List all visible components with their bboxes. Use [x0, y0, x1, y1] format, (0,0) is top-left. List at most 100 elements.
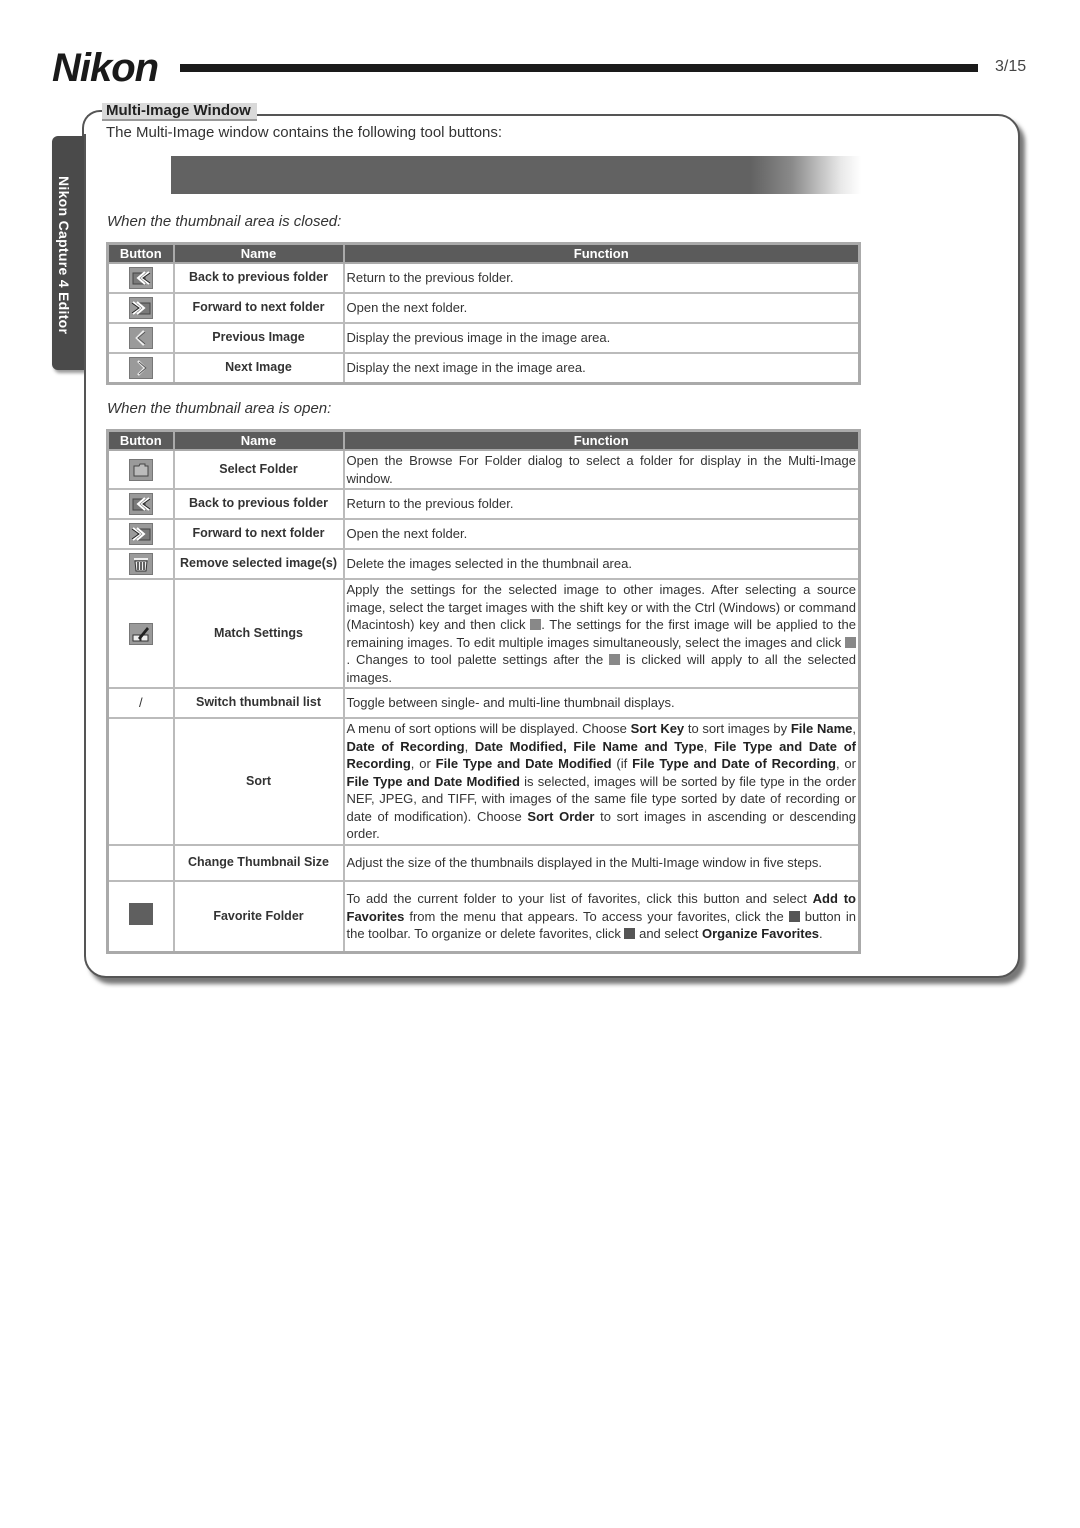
function-emphasis: Sort Key	[630, 721, 685, 736]
button-name: Select Folder	[172, 449, 345, 490]
table-header-row: Button Name Function	[106, 242, 861, 264]
function-emphasis: File Type and Date of Recording	[632, 756, 836, 771]
favorite-folder-icon[interactable]	[128, 903, 153, 925]
column-header: Name	[172, 242, 345, 264]
button-function: Apply the settings for the selected imag…	[342, 578, 861, 689]
button-name: Forward to next folder	[172, 292, 345, 324]
function-text: ,	[852, 721, 856, 736]
function-emphasis: Date Modified, File Name and Type	[474, 738, 704, 754]
favorite-folder-icon	[624, 928, 636, 939]
button-cell	[106, 518, 175, 550]
closed-table: Button Name Function Back to previous fo…	[106, 242, 861, 385]
function-emphasis: Date of Recording	[346, 738, 465, 754]
button-cell	[106, 879, 175, 954]
button-function: Return to the previous folder.	[342, 262, 861, 294]
function-text: ,	[464, 738, 475, 754]
button-cell	[106, 262, 175, 294]
button-cell	[106, 352, 175, 384]
match-settings-icon[interactable]	[128, 622, 153, 645]
open-subheading: When the thumbnail area is open:	[107, 400, 332, 417]
button-name: Next Image	[172, 352, 345, 384]
button-cell	[106, 843, 175, 882]
button-function: Toggle between single- and multi-line th…	[342, 687, 861, 719]
table-header-row: Button Name Function	[106, 429, 861, 451]
open-table: Button Name Function Select Folder Open t…	[106, 429, 861, 954]
function-text: ,	[703, 738, 714, 754]
button-function: To add the current folder to your list o…	[342, 879, 861, 954]
match-settings-icon	[845, 636, 856, 648]
column-header: Function	[342, 429, 861, 451]
table-row: Change Thumbnail Size Adjust the size of …	[106, 843, 861, 882]
function-text: To add the current folder to your list o…	[346, 891, 813, 906]
table-row: Forward to next folder Open the next fold…	[106, 292, 861, 324]
button-cell	[106, 488, 175, 520]
table-row: Back to previous folder Return to the pre…	[106, 488, 861, 520]
button-cell	[106, 292, 175, 324]
next-image-icon[interactable]	[128, 356, 153, 379]
side-tab-label: Nikon Capture 4 Editor	[56, 176, 72, 335]
switch-list-icon[interactable]: /	[139, 695, 143, 710]
function-emphasis: Organize Favorites	[701, 926, 820, 941]
button-name: Change Thumbnail Size	[172, 843, 345, 882]
button-name: Remove selected image(s)	[172, 548, 345, 580]
button-function: Open the next folder.	[342, 518, 861, 550]
table-row: Remove selected image(s) Delete the image…	[106, 548, 861, 580]
button-function: Open the Browse For Folder dialog to sel…	[342, 449, 861, 490]
button-name: Sort	[172, 717, 345, 846]
column-header: Button	[106, 242, 175, 264]
function-text: , or	[835, 756, 856, 771]
button-function: Adjust the size of the thumbnails displa…	[342, 843, 861, 882]
toolbar-image-placeholder	[171, 156, 861, 194]
button-function: A menu of sort options will be displayed…	[342, 717, 861, 846]
header-rule	[180, 64, 978, 72]
table-row: Match Settings Apply the settings for the…	[106, 578, 861, 689]
back-folder-icon[interactable]	[128, 493, 153, 515]
forward-folder-icon[interactable]	[128, 523, 153, 545]
function-emphasis: File Type and Date Modified	[346, 773, 520, 789]
button-function: Delete the images selected in the thumbn…	[342, 548, 861, 580]
button-cell	[106, 322, 175, 354]
button-cell	[106, 449, 175, 490]
button-name: Favorite Folder	[172, 879, 345, 954]
function-text: , or	[410, 756, 436, 771]
back-folder-icon[interactable]	[128, 267, 153, 289]
function-text: (if	[611, 756, 633, 771]
intro-text: The Multi-Image window contains the foll…	[106, 124, 503, 141]
nikon-logo: Nikon	[52, 46, 159, 90]
button-cell	[106, 548, 175, 580]
section-title: Multi-Image Window	[102, 103, 257, 121]
table-row: Back to previous folder Return to the pre…	[106, 262, 861, 294]
function-emphasis: Sort Order	[527, 808, 595, 824]
button-name: Back to previous folder	[172, 262, 345, 294]
select-folder-icon[interactable]	[128, 458, 153, 481]
column-header: Name	[172, 429, 345, 451]
table-row: Sort A menu of sort options will be displ…	[106, 717, 861, 846]
trash-icon[interactable]	[128, 553, 153, 575]
table-row: Next Image Display the next image in the …	[106, 352, 861, 384]
function-text: .	[819, 926, 823, 941]
function-emphasis: File Type and Date Modified	[435, 756, 612, 771]
match-settings-icon	[609, 654, 621, 665]
previous-image-icon[interactable]	[128, 327, 153, 349]
button-function: Open the next folder.	[342, 292, 861, 324]
closed-subheading: When the thumbnail area is closed:	[107, 213, 342, 230]
button-function: Display the previous image in the image …	[342, 322, 861, 354]
button-name: Previous Image	[172, 322, 345, 354]
button-name: Match Settings	[172, 578, 345, 689]
match-settings-icon	[530, 619, 542, 630]
button-cell	[106, 578, 175, 689]
button-name: Forward to next folder	[172, 518, 345, 550]
function-text: . Changes to tool palette settings after…	[346, 652, 610, 667]
table-row: Previous Image Display the previous image…	[106, 322, 861, 354]
button-function: Return to the previous folder.	[342, 488, 861, 520]
function-text: from the menu that appears. To access yo…	[404, 908, 789, 924]
button-cell: /	[106, 687, 175, 719]
function-text: to sort images by	[684, 721, 791, 736]
favorite-folder-icon	[788, 910, 800, 922]
button-cell	[106, 717, 175, 846]
button-name: Back to previous folder	[172, 488, 345, 520]
forward-folder-icon[interactable]	[128, 297, 153, 319]
side-tab[interactable]: Nikon Capture 4 Editor	[52, 136, 84, 370]
column-header: Function	[342, 242, 861, 264]
table-row: Favorite Folder To add the current folder…	[106, 879, 861, 954]
